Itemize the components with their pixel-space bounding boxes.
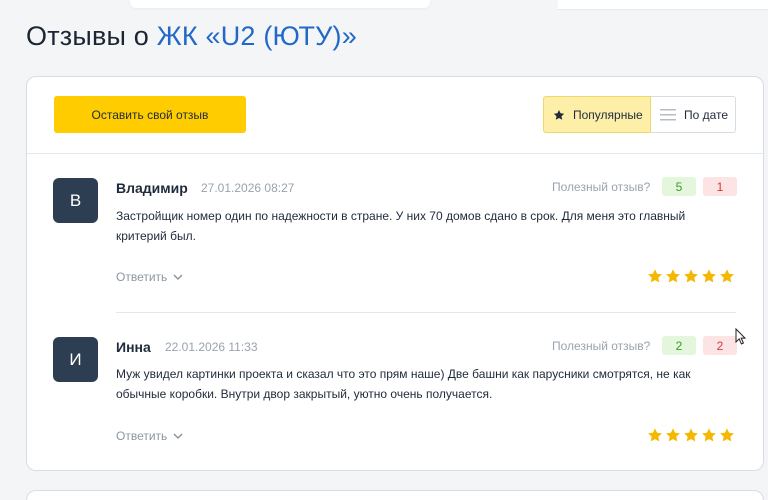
- review-author: Владимир: [116, 180, 188, 196]
- list-icon: [660, 108, 676, 120]
- sort-switch: Популярные По дате: [543, 96, 736, 133]
- like-button[interactable]: 5: [662, 177, 696, 196]
- chevron-down-icon: [173, 273, 183, 280]
- sort-date-button[interactable]: По дате: [651, 96, 736, 133]
- review-text: Муж увидел картинки проекта и сказал что…: [116, 367, 691, 401]
- star-icon: [684, 428, 698, 442]
- avatar: И: [53, 337, 98, 382]
- reply-label: Ответить: [116, 270, 168, 284]
- dislike-button[interactable]: 1: [703, 177, 737, 196]
- sort-popular-label: Популярные: [573, 107, 643, 122]
- reply-button[interactable]: Ответить: [116, 429, 183, 443]
- next-card: [26, 490, 764, 500]
- chevron-down-icon: [173, 432, 183, 439]
- star-icon: [648, 428, 662, 442]
- review-author: Инна: [116, 339, 151, 355]
- star-icon: [720, 269, 734, 283]
- star-icon: [648, 269, 662, 283]
- complex-link[interactable]: ЖК «U2 (ЮТУ)»: [157, 21, 357, 51]
- sort-date-label: По дате: [684, 107, 729, 122]
- reply-label: Ответить: [116, 429, 168, 443]
- review-divider: [116, 312, 736, 313]
- review-date: 27.01.2026 08:27: [201, 181, 295, 195]
- leave-review-button[interactable]: Оставить свой отзыв: [54, 96, 246, 133]
- star-icon: [702, 269, 716, 283]
- rating-stars: [647, 268, 735, 284]
- like-button[interactable]: 2: [662, 336, 696, 355]
- page-title: Отзывы о ЖК «U2 (ЮТУ)»: [26, 21, 357, 52]
- star-icon: [666, 269, 680, 283]
- star-icon: [666, 428, 680, 442]
- sort-popular-button[interactable]: Популярные: [543, 96, 651, 133]
- star-icon: [702, 428, 716, 442]
- star-icon: [684, 269, 698, 283]
- top-nav-strip-right: [558, 0, 768, 10]
- star-icon: [720, 428, 734, 442]
- reply-button[interactable]: Ответить: [116, 270, 183, 284]
- review-text: Застройщик номер один по надежности в ст…: [116, 209, 686, 243]
- top-nav-strip: [130, 0, 430, 8]
- review-date: 22.01.2026 11:33: [165, 340, 258, 354]
- useful-question: Полезный отзыв?: [552, 339, 651, 353]
- dislike-button[interactable]: 2: [703, 336, 737, 355]
- page-title-prefix: Отзывы о: [26, 21, 157, 51]
- star-icon: [553, 109, 565, 120]
- mouse-cursor-icon: [735, 328, 747, 345]
- useful-question: Полезный отзыв?: [552, 180, 651, 194]
- avatar: В: [53, 178, 98, 223]
- reviews-toolbar: Оставить свой отзыв Популярные По дате: [27, 77, 763, 154]
- reviews-card: Оставить свой отзыв Популярные По дате В…: [26, 76, 764, 471]
- rating-stars: [647, 427, 735, 443]
